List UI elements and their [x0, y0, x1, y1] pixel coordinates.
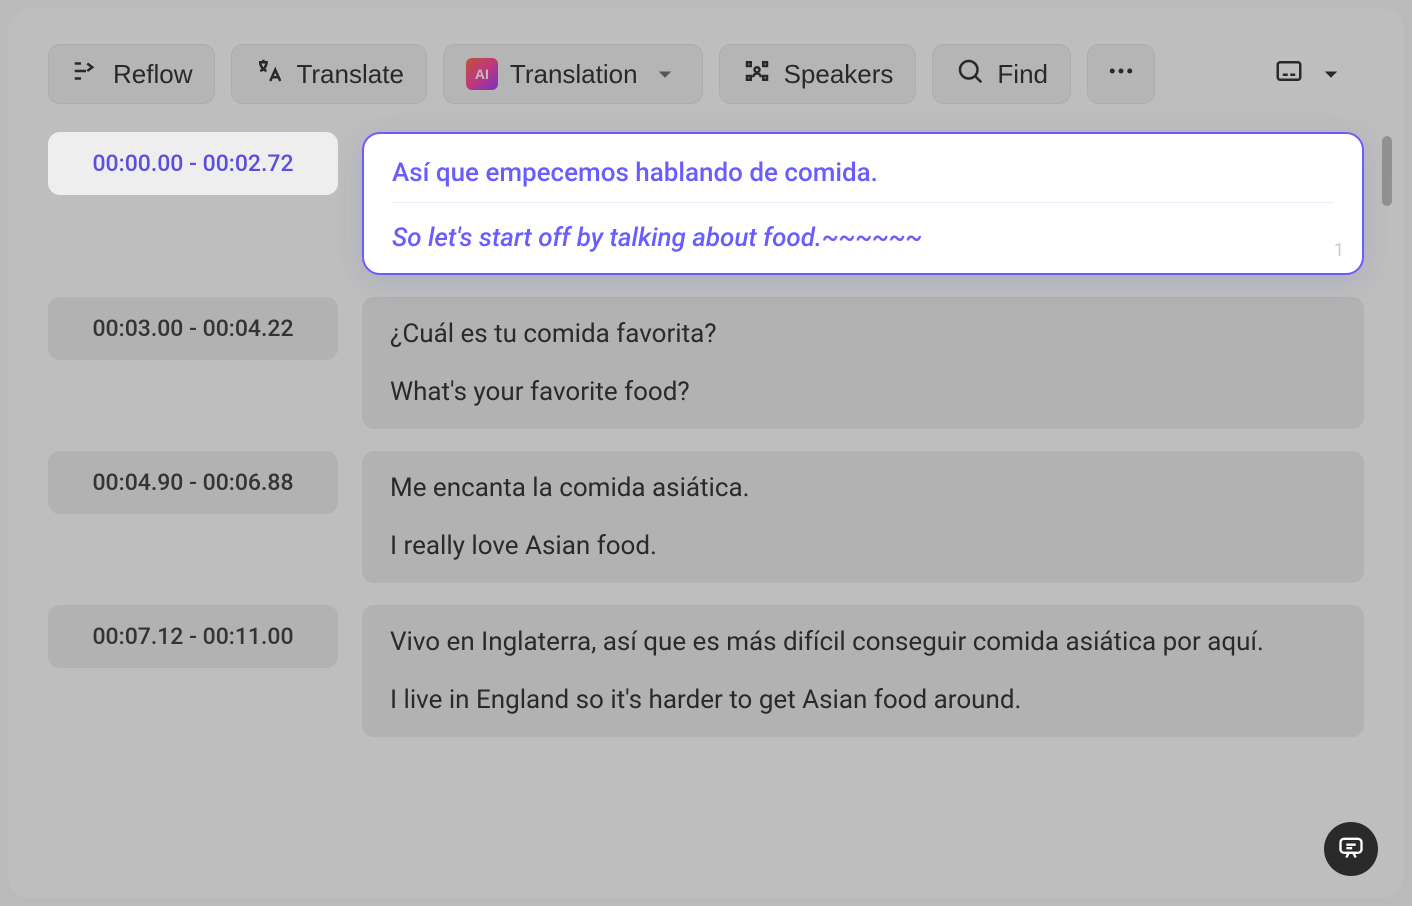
find-label: Find	[997, 59, 1048, 90]
chevron-down-icon	[650, 59, 680, 89]
scrollbar-thumb[interactable]	[1382, 136, 1392, 206]
segment-content[interactable]: Me encanta la comida asiática. I really …	[362, 451, 1364, 583]
reflow-button[interactable]: Reflow	[48, 44, 215, 104]
translate-label: Translate	[296, 59, 403, 90]
ai-icon: AI	[466, 58, 498, 90]
translate-icon	[254, 56, 284, 93]
segment-time[interactable]: 00:04.90 - 00:06.88	[48, 451, 338, 514]
segment-list: 00:00.00 - 00:02.72 Así que empecemos ha…	[48, 132, 1364, 737]
speakers-button[interactable]: Speakers	[719, 44, 917, 104]
translation-dropdown[interactable]: AI Translation	[443, 44, 703, 104]
translate-button[interactable]: Translate	[231, 44, 426, 104]
segment-source-text[interactable]: ¿Cuál es tu comida favorita?	[390, 319, 1336, 349]
more-icon	[1106, 56, 1136, 93]
translation-label: Translation	[510, 59, 638, 90]
segment-row[interactable]: 00:03.00 - 00:04.22 ¿Cuál es tu comida f…	[48, 297, 1364, 429]
chevron-down-icon	[1316, 59, 1346, 89]
segment-content[interactable]: ¿Cuál es tu comida favorita? What's your…	[362, 297, 1364, 429]
segment-source-text[interactable]: Vivo en Inglaterra, así que es más difíc…	[390, 627, 1336, 657]
segment-source-text[interactable]: Así que empecemos hablando de comida.	[392, 158, 1334, 203]
assistant-float-button[interactable]	[1324, 822, 1378, 876]
search-icon	[955, 56, 985, 93]
segment-index: 1	[1334, 240, 1344, 261]
reflow-label: Reflow	[113, 59, 192, 90]
segment-time[interactable]: 00:07.12 - 00:11.00	[48, 605, 338, 668]
segment-translation-text[interactable]: I really love Asian food.	[390, 531, 1336, 561]
segment-translation-text[interactable]: So let's start off by talking about food…	[392, 217, 1334, 253]
segment-translation-text[interactable]: I live in England so it's harder to get …	[390, 685, 1336, 715]
segment-row[interactable]: 00:04.90 - 00:06.88 Me encanta la comida…	[48, 451, 1364, 583]
chat-icon	[1337, 833, 1365, 865]
reflow-icon	[71, 56, 101, 93]
segment-row[interactable]: 00:00.00 - 00:02.72 Así que empecemos ha…	[48, 132, 1364, 275]
segment-source-text[interactable]: Me encanta la comida asiática.	[390, 473, 1336, 503]
find-button[interactable]: Find	[932, 44, 1071, 104]
segment-time[interactable]: 00:03.00 - 00:04.22	[48, 297, 338, 360]
segment-translation-text[interactable]: What's your favorite food?	[390, 377, 1336, 407]
view-mode-dropdown[interactable]	[1256, 44, 1364, 104]
more-button[interactable]	[1087, 44, 1155, 104]
segment-time[interactable]: 00:00.00 - 00:02.72	[48, 132, 338, 195]
editor-panel: Reflow Translate AI Translation	[8, 8, 1404, 898]
segment-content[interactable]: Así que empecemos hablando de comida. So…	[362, 132, 1364, 275]
captions-icon	[1274, 56, 1304, 93]
speakers-icon	[742, 56, 772, 93]
app-root: Reflow Translate AI Translation	[0, 0, 1412, 906]
segment-row[interactable]: 00:07.12 - 00:11.00 Vivo en Inglaterra, …	[48, 605, 1364, 737]
segment-content[interactable]: Vivo en Inglaterra, así que es más difíc…	[362, 605, 1364, 737]
toolbar: Reflow Translate AI Translation	[48, 44, 1364, 104]
speakers-label: Speakers	[784, 59, 894, 90]
